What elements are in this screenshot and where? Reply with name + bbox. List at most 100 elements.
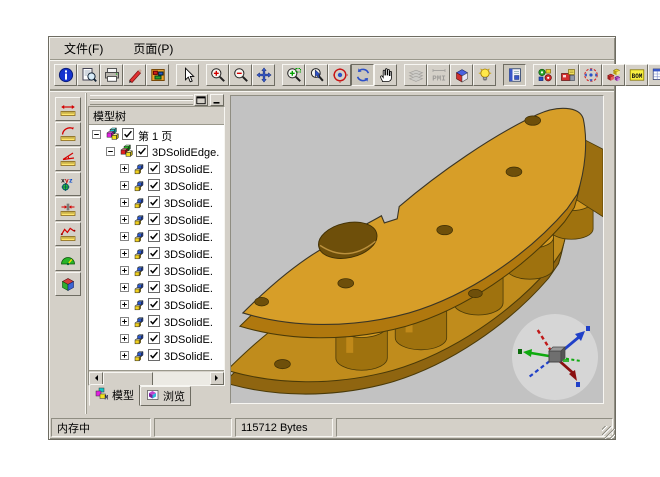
tree-item-part-1[interactable]: 3DSolidE. bbox=[89, 161, 224, 178]
measure-area-button[interactable] bbox=[55, 247, 81, 271]
tree-item-part-2[interactable]: 3DSolidE. bbox=[89, 178, 224, 195]
node-checkbox[interactable] bbox=[136, 145, 148, 160]
node-checkbox[interactable] bbox=[148, 349, 160, 364]
zoom-window-button[interactable] bbox=[282, 64, 305, 86]
node-checkbox[interactable] bbox=[148, 247, 160, 262]
info-button[interactable] bbox=[54, 64, 77, 86]
model-3d-viewport[interactable] bbox=[230, 95, 604, 404]
tree-item-part-8[interactable]: 3DSolidE. bbox=[89, 280, 224, 297]
menu-page[interactable]: 页面(P) bbox=[129, 39, 177, 58]
node-label[interactable]: 3DSolidE. bbox=[163, 181, 214, 193]
expander-icon[interactable] bbox=[92, 130, 101, 142]
node-label[interactable]: 3DSolidE. bbox=[163, 300, 214, 312]
expander-icon[interactable] bbox=[120, 181, 129, 193]
node-checkbox[interactable] bbox=[148, 264, 160, 279]
node-label[interactable]: 3DSolidE. bbox=[163, 215, 214, 227]
expander-icon[interactable] bbox=[120, 232, 129, 244]
expander-icon[interactable] bbox=[120, 300, 129, 312]
expander-icon[interactable] bbox=[106, 147, 115, 159]
view-cube-button[interactable] bbox=[450, 64, 473, 86]
scroll-left-button[interactable] bbox=[89, 372, 103, 385]
stamp-markup-button[interactable] bbox=[146, 64, 169, 86]
measure-angle-button[interactable] bbox=[55, 147, 81, 171]
scroll-right-button[interactable] bbox=[210, 372, 224, 385]
node-checkbox[interactable] bbox=[148, 162, 160, 177]
expander-icon[interactable] bbox=[120, 283, 129, 295]
print-preview-button[interactable] bbox=[77, 64, 100, 86]
tree-item-part-7[interactable]: 3DSolidE. bbox=[89, 263, 224, 280]
node-label[interactable]: 3DSolidEdge. bbox=[151, 147, 220, 159]
measure-volume-button[interactable] bbox=[55, 272, 81, 296]
node-label[interactable]: 3DSolidE. bbox=[163, 283, 214, 295]
node-checkbox[interactable] bbox=[148, 298, 160, 313]
menu-file[interactable]: 文件(F) bbox=[60, 39, 107, 58]
tab-model[interactable]: M 模型 bbox=[89, 384, 140, 406]
measure-polyline-button[interactable] bbox=[55, 222, 81, 246]
node-checkbox[interactable] bbox=[148, 230, 160, 245]
expander-icon[interactable] bbox=[120, 334, 129, 346]
measure-coordinate-button[interactable]: xyz bbox=[55, 172, 81, 196]
tree-item-part-10[interactable]: 3DSolidE. bbox=[89, 314, 224, 331]
explode-view-button[interactable] bbox=[579, 64, 602, 86]
node-checkbox[interactable] bbox=[122, 128, 134, 143]
scroll-track[interactable] bbox=[103, 372, 210, 385]
bom-table-button[interactable]: BOM bbox=[625, 64, 648, 86]
scroll-thumb[interactable] bbox=[103, 372, 153, 387]
node-checkbox[interactable] bbox=[148, 315, 160, 330]
expander-icon[interactable] bbox=[120, 198, 129, 210]
measure-gap-button[interactable] bbox=[55, 197, 81, 221]
tree-item-part-5[interactable]: 3DSolidE. bbox=[89, 229, 224, 246]
measure-distance-button[interactable] bbox=[55, 97, 81, 121]
expander-icon[interactable] bbox=[120, 266, 129, 278]
node-label[interactable]: 3DSolidE. bbox=[163, 232, 214, 244]
panel-maximize-button[interactable] bbox=[194, 94, 208, 106]
panel-grip[interactable] bbox=[88, 93, 225, 106]
node-checkbox[interactable] bbox=[148, 196, 160, 211]
tree-item-part-12[interactable]: 3DSolidE. bbox=[89, 348, 224, 365]
node-checkbox[interactable] bbox=[148, 213, 160, 228]
tree-item-part-4[interactable]: 3DSolidE. bbox=[89, 212, 224, 229]
tab-browse[interactable]: 浏览 bbox=[140, 386, 191, 406]
node-checkbox[interactable] bbox=[148, 332, 160, 347]
pan-hand-button[interactable] bbox=[374, 64, 397, 86]
tree-item-assembly[interactable]: 3DSolidEdge. bbox=[89, 144, 224, 161]
node-label[interactable]: 3DSolidE. bbox=[163, 249, 214, 261]
node-label[interactable]: 3DSolidE. bbox=[163, 164, 214, 176]
tree-item-part-3[interactable]: 3DSolidE. bbox=[89, 195, 224, 212]
print-button[interactable] bbox=[100, 64, 123, 86]
expander-icon[interactable] bbox=[120, 317, 129, 329]
node-checkbox[interactable] bbox=[148, 281, 160, 296]
node-checkbox[interactable] bbox=[148, 179, 160, 194]
measure-radius-button[interactable] bbox=[55, 122, 81, 146]
node-label[interactable]: 3DSolidE. bbox=[163, 198, 214, 210]
machining-view-button[interactable] bbox=[556, 64, 579, 86]
assembly-components-button[interactable] bbox=[533, 64, 556, 86]
expander-icon[interactable] bbox=[120, 164, 129, 176]
markup-pen-button[interactable] bbox=[123, 64, 146, 86]
tree-item-part-11[interactable]: 3DSolidE. bbox=[89, 331, 224, 348]
lighting-button[interactable] bbox=[473, 64, 496, 86]
expander-icon[interactable] bbox=[120, 215, 129, 227]
resize-grip[interactable] bbox=[602, 426, 615, 439]
orbit-view-button[interactable] bbox=[328, 64, 351, 86]
tree-hscrollbar[interactable] bbox=[89, 370, 224, 385]
find-table-button[interactable] bbox=[648, 64, 660, 86]
expander-icon[interactable] bbox=[120, 351, 129, 363]
node-label[interactable]: 3DSolidE. bbox=[163, 334, 214, 346]
zoom-out-button[interactable] bbox=[229, 64, 252, 86]
tree-item-page[interactable]: 第 1 页 bbox=[89, 127, 224, 144]
zoom-in-button[interactable] bbox=[206, 64, 229, 86]
rotate-view-button[interactable] bbox=[351, 64, 374, 86]
node-label[interactable]: 3DSolidE. bbox=[163, 317, 214, 329]
node-label[interactable]: 3DSolidE. bbox=[163, 266, 214, 278]
expander-icon[interactable] bbox=[120, 249, 129, 261]
part-list-button[interactable] bbox=[602, 64, 625, 86]
pan-arrows-button[interactable] bbox=[252, 64, 275, 86]
tree-item-part-6[interactable]: 3DSolidE. bbox=[89, 246, 224, 263]
select-cursor-button[interactable] bbox=[176, 64, 199, 86]
zoom-pointer-button[interactable] bbox=[305, 64, 328, 86]
panel-minimize-button[interactable] bbox=[210, 94, 224, 106]
tree-item-part-9[interactable]: 3DSolidE. bbox=[89, 297, 224, 314]
node-label[interactable]: 3DSolidE. bbox=[163, 351, 214, 363]
page-book-button[interactable] bbox=[503, 64, 526, 86]
